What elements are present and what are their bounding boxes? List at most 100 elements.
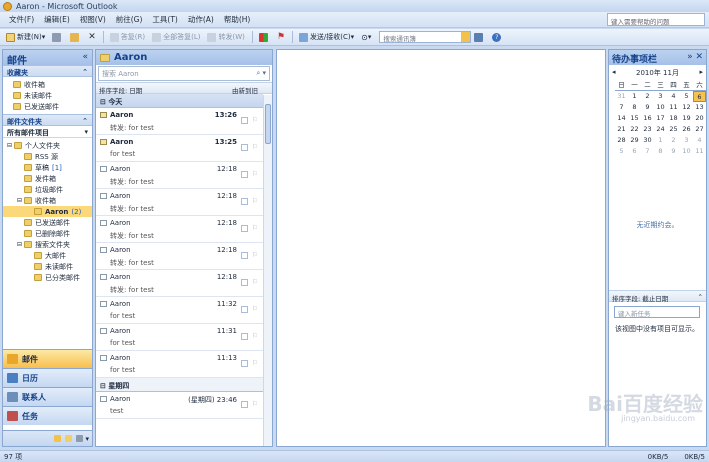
- calendar-day[interactable]: 3: [654, 91, 667, 102]
- calendar-day[interactable]: 5: [615, 146, 628, 157]
- calendar-day[interactable]: 20: [693, 113, 706, 124]
- instant-search-input[interactable]: 搜索 Aaron ⌕ ▾: [98, 66, 270, 81]
- flag-icon[interactable]: ⚐: [252, 170, 258, 178]
- menu-actions[interactable]: 动作(A): [183, 14, 219, 25]
- calendar-day[interactable]: 4: [693, 135, 706, 146]
- folder-tree-item[interactable]: 大邮件: [3, 250, 92, 261]
- category-box[interactable]: [241, 198, 248, 205]
- forward-button[interactable]: 转发(W): [204, 30, 247, 44]
- calendar-day[interactable]: 11: [667, 102, 680, 113]
- calendar-day[interactable]: 10: [680, 146, 693, 157]
- move-button[interactable]: [67, 30, 84, 44]
- category-box[interactable]: [241, 279, 248, 286]
- delete-button[interactable]: ✕: [85, 30, 99, 44]
- find-button[interactable]: ⊙ ▾: [358, 30, 374, 44]
- favorite-folder[interactable]: 收件箱: [3, 79, 92, 90]
- message-row[interactable]: Aaron 12:18 转发: for test ⚐: [96, 243, 263, 270]
- folder-tree-item[interactable]: 发件箱: [3, 173, 92, 184]
- message-row[interactable]: Aaron 12:18 转发: for test ⚐: [96, 162, 263, 189]
- date-group-header[interactable]: ⊟ 今天: [96, 94, 263, 108]
- calendar-day[interactable]: 5: [680, 91, 693, 102]
- new-task-input[interactable]: 键入新任务: [614, 306, 700, 318]
- favorite-folder[interactable]: 未读邮件: [3, 90, 92, 101]
- calendar-day[interactable]: 23: [641, 124, 654, 135]
- folder-list-icon[interactable]: [65, 435, 73, 442]
- task-sort-bar[interactable]: 排序字段: 截止日期 ⌃: [609, 290, 706, 303]
- print-button[interactable]: [49, 30, 66, 44]
- flag-icon[interactable]: ⚐: [252, 359, 258, 367]
- category-box[interactable]: [241, 306, 248, 313]
- calendar-day[interactable]: 7: [615, 102, 628, 113]
- menu-file[interactable]: 文件(F): [4, 14, 39, 25]
- calendar-day[interactable]: 2: [641, 91, 654, 102]
- expand-toggle-icon[interactable]: ⊟: [7, 142, 14, 149]
- category-box[interactable]: [241, 225, 248, 232]
- calendar-day[interactable]: 12: [680, 102, 693, 113]
- message-row[interactable]: Aaron 11:13 for test ⚐: [96, 351, 263, 378]
- folder-tree-item[interactable]: 未读邮件: [3, 261, 92, 272]
- calendar-day[interactable]: 7: [641, 146, 654, 157]
- calendar-day[interactable]: 3: [680, 135, 693, 146]
- calendar-day[interactable]: 6: [693, 91, 706, 102]
- configure-buttons-icon[interactable]: ▾: [85, 435, 89, 443]
- calendar-day[interactable]: 25: [667, 124, 680, 135]
- folder-tree-item[interactable]: 草稿 [1]: [3, 162, 92, 173]
- calendar-day[interactable]: 27: [693, 124, 706, 135]
- notes-icon[interactable]: [54, 435, 62, 442]
- calendar-day[interactable]: 15: [628, 113, 641, 124]
- category-box[interactable]: [241, 171, 248, 178]
- send-receive-button[interactable]: 发送/接收(C) ▾: [296, 30, 357, 44]
- category-box[interactable]: [241, 401, 248, 408]
- calendar-day[interactable]: 26: [680, 124, 693, 135]
- flag-icon[interactable]: ⚐: [252, 332, 258, 340]
- message-row[interactable]: Aaron 12:18 转发: for test ⚐: [96, 216, 263, 243]
- dropdown-arrow-icon[interactable]: [461, 32, 471, 42]
- new-button[interactable]: 新建(N) ▾: [3, 30, 48, 44]
- help-button[interactable]: ?: [489, 30, 504, 44]
- category-box[interactable]: [241, 333, 248, 340]
- folder-tree-item[interactable]: 已删除邮件: [3, 228, 92, 239]
- mail-folders-header[interactable]: 邮件文件夹 ⌃: [3, 114, 92, 126]
- sort-order[interactable]: 由新到旧: [232, 85, 258, 95]
- calendar-day[interactable]: 4: [667, 91, 680, 102]
- categorize-button[interactable]: [256, 30, 273, 44]
- nav-button-mail[interactable]: 邮件: [3, 349, 92, 368]
- calendar-day[interactable]: 11: [693, 146, 706, 157]
- sort-field[interactable]: 排序字段: 日期: [99, 85, 142, 95]
- message-row[interactable]: Aaron 13:26 转发: for test ⚐: [96, 108, 263, 135]
- calendar-day[interactable]: 2: [667, 135, 680, 146]
- folder-tree-item[interactable]: ⊟ 收件箱: [3, 195, 92, 206]
- calendar-day[interactable]: 28: [615, 135, 628, 146]
- calendar-day[interactable]: 8: [628, 102, 641, 113]
- calendar-day[interactable]: 29: [628, 135, 641, 146]
- calendar-day[interactable]: 13: [693, 102, 706, 113]
- message-row[interactable]: Aaron (星期四) 23:46 test ⚐: [96, 392, 263, 419]
- flag-icon[interactable]: ⚐: [252, 305, 258, 313]
- message-row[interactable]: Aaron 13:25 for test ⚐: [96, 135, 263, 162]
- calendar-day[interactable]: 19: [680, 113, 693, 124]
- category-box[interactable]: [241, 117, 248, 124]
- flag-icon[interactable]: ⚐: [252, 251, 258, 259]
- calendar-day[interactable]: 24: [654, 124, 667, 135]
- calendar-day[interactable]: 21: [615, 124, 628, 135]
- calendar-day[interactable]: 1: [628, 91, 641, 102]
- message-row[interactable]: Aaron 12:18 转发: for test ⚐: [96, 189, 263, 216]
- message-row[interactable]: Aaron 11:31 for test ⚐: [96, 324, 263, 351]
- collapse-chevron-icon[interactable]: «: [82, 52, 88, 63]
- address-book-search[interactable]: 搜索通讯簿: [379, 31, 472, 43]
- shortcuts-icon[interactable]: [76, 435, 84, 442]
- sort-bar[interactable]: 排序字段: 日期 由新到旧: [96, 82, 272, 95]
- all-mail-items-dropdown[interactable]: 所有邮件项目 ▾: [3, 126, 92, 138]
- help-search-input[interactable]: 键入需要帮助的问题: [607, 13, 705, 26]
- nav-button-contacts[interactable]: 联系人: [3, 387, 92, 406]
- calendar-day[interactable]: 1: [654, 135, 667, 146]
- calendar-day[interactable]: 6: [628, 146, 641, 157]
- calendar-day[interactable]: 22: [628, 124, 641, 135]
- calendar-day[interactable]: 14: [615, 113, 628, 124]
- folder-tree-item[interactable]: ⊟ 个人文件夹: [3, 140, 92, 151]
- followup-button[interactable]: ⚑: [274, 30, 288, 44]
- flag-icon[interactable]: ⚐: [252, 278, 258, 286]
- message-row[interactable]: Aaron 11:32 for test ⚐: [96, 297, 263, 324]
- reply-all-button[interactable]: 全部答复(L): [149, 30, 203, 44]
- calendar-day[interactable]: 9: [641, 102, 654, 113]
